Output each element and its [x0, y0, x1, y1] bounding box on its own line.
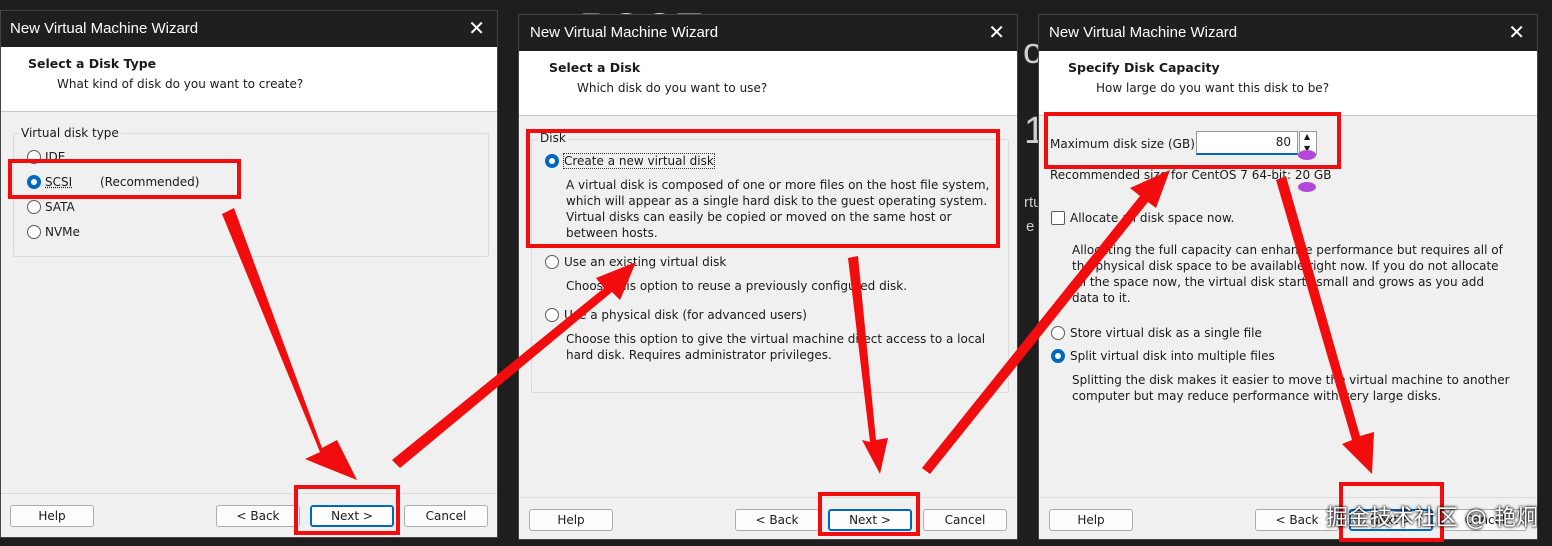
arrow-create-to-next	[848, 256, 888, 474]
annotation-arrows	[222, 170, 1374, 480]
arrow-next-to-maxsize	[922, 170, 1170, 474]
arrow-scsi-to-next	[222, 208, 357, 480]
arrow-next-to-create	[392, 262, 636, 468]
arrow-maxsize-to-next	[1276, 176, 1374, 474]
watermark: 掘金技术社区 @ 艳炯	[1326, 506, 1538, 531]
